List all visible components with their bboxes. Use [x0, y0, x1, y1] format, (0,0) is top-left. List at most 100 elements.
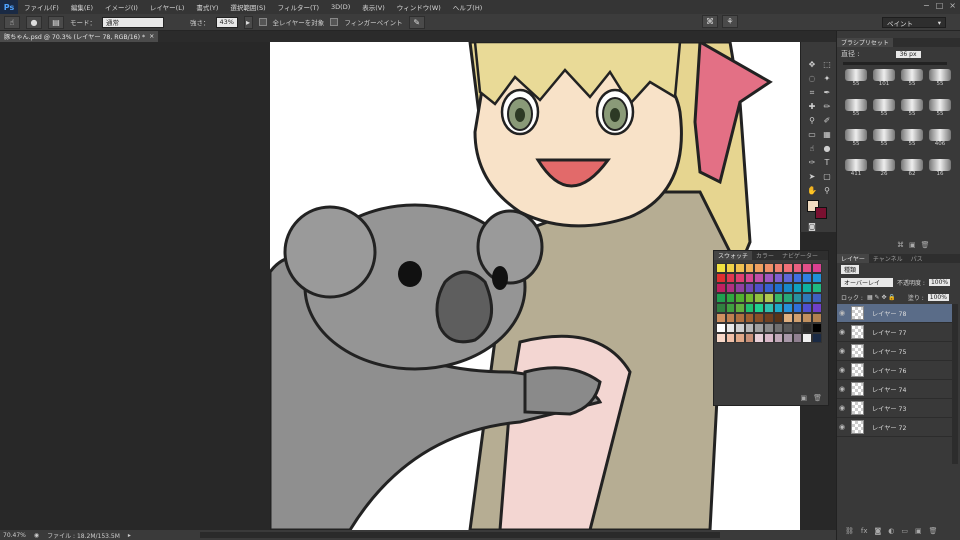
layer-row[interactable]: ◉ レイヤー 75	[837, 342, 953, 361]
status-info-icon[interactable]: ◉	[34, 532, 39, 539]
color-swatch[interactable]	[792, 263, 803, 273]
mode-select[interactable]: 通常	[102, 16, 164, 28]
menu-view[interactable]: 表示(V)	[356, 2, 391, 12]
menu-help[interactable]: ヘルプ(H)	[447, 2, 488, 12]
close-button[interactable]: ×	[949, 1, 956, 10]
color-swatch[interactable]	[716, 323, 726, 333]
visibility-eye-icon[interactable]: ◉	[837, 347, 847, 355]
color-swatch[interactable]	[792, 333, 803, 343]
new-brush-icon[interactable]: ▣	[909, 241, 916, 249]
smudge-tool-preset-icon[interactable]: ☝	[4, 15, 20, 29]
color-swatch[interactable]	[744, 333, 755, 343]
layer-mask-icon[interactable]: ◙	[875, 527, 882, 535]
color-swatch[interactable]	[763, 263, 774, 273]
brush-size-slider[interactable]	[843, 62, 947, 65]
visibility-eye-icon[interactable]: ◉	[837, 309, 847, 317]
path-select-tool-icon[interactable]: ➤	[805, 170, 819, 183]
tab-brush-presets[interactable]: ブラシプリセット	[837, 38, 893, 47]
color-swatch[interactable]	[763, 313, 774, 323]
color-swatch[interactable]	[792, 273, 803, 283]
lasso-tool-icon[interactable]: ◌	[805, 72, 819, 85]
color-swatch[interactable]	[783, 293, 793, 303]
menu-edit[interactable]: 編集(E)	[65, 2, 99, 12]
smudge-tool-icon[interactable]: ☝	[805, 142, 819, 155]
brush-preset[interactable]: 16	[925, 159, 955, 181]
color-swatch[interactable]	[735, 263, 745, 273]
color-swatch[interactable]	[792, 323, 803, 333]
color-swatch[interactable]	[783, 283, 793, 293]
brush-preset[interactable]: 55	[841, 129, 871, 151]
brush-preset[interactable]: 55	[869, 129, 899, 151]
layer-row[interactable]: ◉ レイヤー 77	[837, 323, 953, 342]
color-swatch[interactable]	[802, 293, 812, 303]
color-swatch[interactable]	[811, 283, 822, 293]
eyedropper-tool-icon[interactable]: ✒	[820, 86, 834, 99]
visibility-eye-icon[interactable]: ◉	[837, 404, 847, 412]
color-swatch[interactable]	[763, 303, 774, 313]
horizontal-scrollbar[interactable]	[200, 532, 720, 538]
quick-mask-icon[interactable]: ◙	[805, 220, 819, 233]
color-swatch[interactable]	[811, 323, 822, 333]
color-swatch[interactable]	[735, 313, 745, 323]
tab-paths[interactable]: パス	[907, 254, 927, 263]
menu-filter[interactable]: フィルター(T)	[272, 2, 325, 12]
tab-layers[interactable]: レイヤー	[837, 254, 869, 263]
layer-style-icon[interactable]: fx	[861, 527, 868, 535]
pressure-icon[interactable]: ✎	[408, 15, 425, 29]
background-color-swatch[interactable]	[815, 207, 827, 219]
color-swatch[interactable]	[811, 263, 822, 273]
hand-tool-icon[interactable]: ✋	[805, 184, 819, 197]
color-swatch[interactable]	[802, 303, 812, 313]
link-layers-icon[interactable]: ⛓	[845, 527, 854, 535]
color-swatch[interactable]	[773, 263, 784, 273]
brush-preset[interactable]: 55	[897, 99, 927, 121]
delete-brush-icon[interactable]: 🗑	[921, 241, 930, 249]
color-swatch[interactable]	[811, 293, 822, 303]
color-swatch[interactable]	[802, 263, 812, 273]
color-swatch[interactable]	[735, 283, 745, 293]
color-swatch[interactable]	[744, 323, 755, 333]
document-tab-close-icon[interactable]: ×	[149, 33, 154, 40]
color-swatch[interactable]	[716, 293, 726, 303]
new-layer-icon[interactable]: ▣	[915, 527, 922, 535]
color-swatch[interactable]	[725, 323, 736, 333]
color-swatch[interactable]	[744, 293, 755, 303]
workspace-select[interactable]: ペイント ▾	[882, 17, 946, 28]
blend-mode-select[interactable]: オーバーレイ	[841, 278, 893, 287]
move-tool-icon[interactable]: ✥	[805, 58, 819, 71]
color-swatch[interactable]	[763, 293, 774, 303]
marquee-tool-icon[interactable]: ⬚	[820, 58, 834, 71]
brush-preset[interactable]: 55	[925, 99, 955, 121]
color-swatch[interactable]	[792, 313, 803, 323]
color-swatch[interactable]	[735, 293, 745, 303]
color-swatch[interactable]	[811, 303, 822, 313]
color-swatch[interactable]	[725, 303, 736, 313]
gradient-tool-icon[interactable]: ▦	[820, 128, 834, 141]
menu-select[interactable]: 選択範囲(S)	[224, 2, 271, 12]
color-swatch[interactable]	[773, 293, 784, 303]
color-swatch[interactable]	[716, 313, 726, 323]
color-swatch[interactable]	[725, 333, 736, 343]
color-swatch[interactable]	[725, 293, 736, 303]
color-swatch[interactable]	[754, 273, 764, 283]
color-swatch[interactable]	[783, 273, 793, 283]
maximize-button[interactable]: □	[936, 1, 944, 10]
visibility-eye-icon[interactable]: ◉	[837, 366, 847, 374]
color-swatch[interactable]	[763, 283, 774, 293]
brush-panel-toggle-icon[interactable]: ▤	[48, 15, 64, 29]
brush-preset[interactable]: 406	[925, 129, 955, 151]
color-swatch[interactable]	[792, 303, 803, 313]
brush-preset[interactable]: 55	[869, 99, 899, 121]
color-swatch[interactable]	[725, 283, 736, 293]
menu-image[interactable]: イメージ(I)	[99, 2, 144, 12]
crop-tool-icon[interactable]: ⌗	[805, 86, 819, 99]
brush-preset[interactable]: 55	[841, 99, 871, 121]
tab-channels[interactable]: チャンネル	[869, 254, 907, 263]
delete-swatch-icon[interactable]: 🗑	[813, 394, 822, 402]
status-menu-arrow-icon[interactable]: ▸	[128, 532, 131, 539]
history-brush-tool-icon[interactable]: ✐	[820, 114, 834, 127]
type-tool-icon[interactable]: T	[820, 156, 834, 169]
brush-tool-icon[interactable]: ✏	[820, 100, 834, 113]
color-swatch[interactable]	[773, 283, 784, 293]
all-layers-checkbox[interactable]	[258, 18, 267, 26]
